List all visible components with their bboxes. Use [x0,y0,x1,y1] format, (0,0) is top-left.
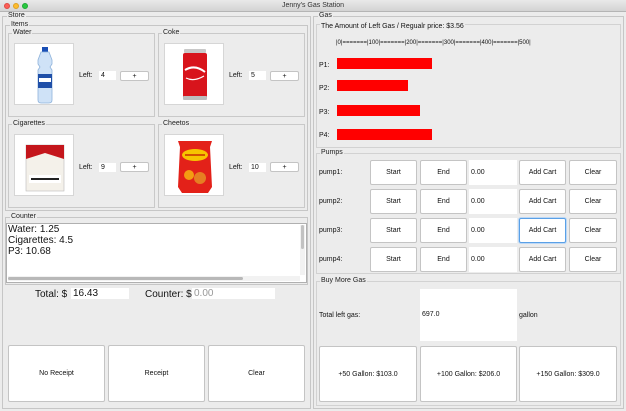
pump3-start-button[interactable]: Start [370,218,417,243]
pump3-amount-field: 0.00 [469,218,517,243]
receipt-button[interactable]: Receipt [108,345,205,402]
pump1-amount-field: 0.00 [469,160,517,185]
counter-title: Counter [10,213,37,221]
pump3-end-button[interactable]: End [420,218,467,243]
close-window-button[interactable] [4,3,10,9]
cigarette-pack-icon [14,134,74,196]
zoom-window-button[interactable] [22,3,28,9]
pump1-clear-button[interactable]: Clear [569,160,617,185]
gas-scale: |0|=======|100|=======|200|=======|300|=… [336,40,531,46]
pumps-title: Pumps [320,149,344,157]
pump2-add-cart-button[interactable]: Add Cart [519,189,566,214]
buy-50-gallon-button[interactable]: +50 Gallon: $103.0 [319,346,417,402]
pump4-end-button[interactable]: End [420,247,467,272]
cheetos-left-label: Left: [229,164,243,171]
cigarettes-add-button[interactable]: + [120,162,149,172]
pump1-start-button[interactable]: Start [370,160,417,185]
cigarettes-left-field: 9 [99,163,116,172]
scrollbar-thumb[interactable] [8,277,243,280]
item-name: Cheetos [162,120,191,128]
minimize-window-button[interactable] [13,3,19,9]
no-receipt-button[interactable]: No Receipt [8,345,105,402]
gas-level-label: P3: [319,109,330,116]
pump4-clear-button[interactable]: Clear [569,247,617,272]
item-name: Cigarettes [12,120,46,128]
water-left-field: 4 [99,71,116,80]
gallon-unit-label: gallon [519,312,538,319]
cigarettes-left-label: Left: [79,164,93,171]
pump-label: pump2: [319,198,343,205]
gas-panel-title: The Amount of Left Gas / Regualr price: … [320,23,465,30]
pump4-start-button[interactable]: Start [370,247,417,272]
water-left-label: Left: [79,72,93,79]
window-title: Jenny's Gas Station [281,2,345,9]
coke-left-label: Left: [229,72,243,79]
gas-level-bar [337,105,420,116]
cheetos-bag-icon [164,134,224,196]
pump1-end-button[interactable]: End [420,160,467,185]
pump4-amount-field: 0.00 [469,247,517,272]
counter-amount-input[interactable]: 0.00 [192,288,275,299]
gas-level-label: P2: [319,85,330,92]
pump3-clear-button[interactable]: Clear [569,218,617,243]
window-title-bar: Jenny's Gas Station [0,0,626,12]
coke-can-icon [164,43,224,105]
item-name: Coke [162,29,181,37]
pump2-clear-button[interactable]: Clear [569,189,617,214]
gas-title: Gas [318,12,333,20]
gas-level-bar [337,129,432,140]
horizontal-scrollbar[interactable] [8,276,300,281]
buy-100-gallon-button[interactable]: +100 Gallon: $206.0 [420,346,517,402]
pump-label: pump1: [319,169,343,176]
item-name: Water [12,29,33,37]
water-bottle-icon [14,43,74,105]
total-left-gas-label: Total left gas: [319,312,361,319]
counter-amount-label: Counter: $ [145,289,192,300]
pump2-end-button[interactable]: End [420,189,467,214]
pump2-start-button[interactable]: Start [370,189,417,214]
buy-more-gas-title: Buy More Gas [320,277,367,285]
items-title: Items [10,21,30,29]
gas-level-panel: The Amount of Left Gas / Regualr price: … [316,23,621,148]
scrollbar-thumb[interactable] [301,225,304,249]
coke-add-button[interactable]: + [270,71,299,81]
cheetos-add-button[interactable]: + [270,162,299,172]
pump-label: pump4: [319,256,343,263]
coke-left-field: 5 [249,71,266,80]
total-left-gas-field: 697.0 [420,289,517,341]
gas-level-bar [337,80,408,91]
clear-button[interactable]: Clear [208,345,305,402]
store-title: Store [7,12,26,20]
pump2-amount-field: 0.00 [469,189,517,214]
item-water: Water Left: 4 + [8,29,155,117]
pump-label: pump3: [319,227,343,234]
gas-level-label: P4: [319,132,330,139]
pump1-add-cart-button[interactable]: Add Cart [519,160,566,185]
water-add-button[interactable]: + [120,71,149,81]
cheetos-left-field: 10 [249,163,266,172]
counter-line: Cigarettes: 4.5 [8,235,74,246]
gas-level-label: P1: [319,62,330,69]
total-field: 16.43 [71,288,129,299]
gas-level-bar [337,58,432,69]
counter-text-area[interactable]: Water: 1.25 Cigarettes: 4.5 P3: 10.68 [6,223,307,283]
counter-line: Water: 1.25 [8,224,60,235]
counter-line: P3: 10.68 [8,246,51,257]
pump4-add-cart-button[interactable]: Add Cart [519,247,566,272]
item-cigarettes: Cigarettes Left: 9 + [8,120,155,208]
pump3-add-cart-button[interactable]: Add Cart [519,218,566,243]
item-cheetos: Cheetos Left: 10 + [158,120,305,208]
vertical-scrollbar[interactable] [300,225,305,275]
buy-150-gallon-button[interactable]: +150 Gallon: $309.0 [519,346,617,402]
total-label: Total: $ [35,289,68,300]
item-coke: Coke Left: 5 + [158,29,305,117]
